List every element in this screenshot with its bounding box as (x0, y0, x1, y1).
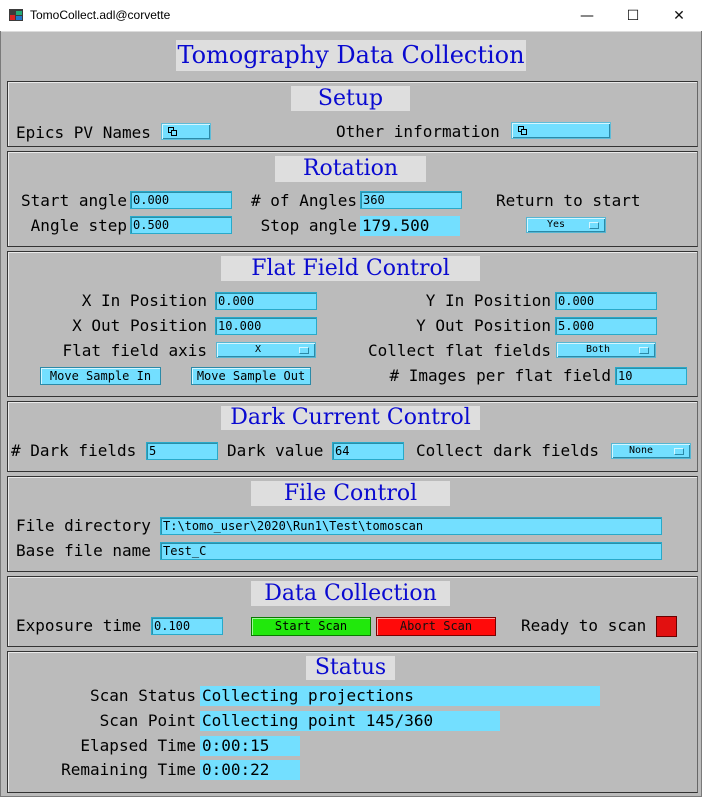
collect-flat-fields-value: Both (585, 344, 611, 355)
window-title: TomoCollect.adl@corvette (30, 8, 171, 22)
y-out-position-label: Y Out Position (416, 316, 551, 335)
flat-field-title: Flat Field Control (221, 256, 480, 281)
dark-current-title: Dark Current Control (221, 406, 480, 430)
flat-field-axis-label: Flat field axis (62, 341, 208, 360)
images-per-flat-field-input[interactable]: 10 (615, 367, 687, 385)
menu-caret-icon (674, 448, 684, 455)
file-directory-input[interactable]: T:\tomo_user\2020\Run1\Test\tomoscan (160, 517, 662, 535)
close-icon: ✕ (673, 7, 685, 24)
dark-value-label: Dark value (227, 441, 324, 460)
epics-pv-names-button[interactable] (161, 123, 211, 140)
menu-caret-icon (299, 347, 309, 354)
angle-step-input[interactable]: 0.500 (130, 216, 232, 234)
flat-field-axis-value: X (254, 344, 262, 355)
ready-to-scan-indicator (656, 616, 677, 637)
base-file-name-label: Base file name (16, 541, 151, 560)
x-out-position-input[interactable]: 10.000 (215, 317, 317, 335)
images-per-flat-field-label: # Images per flat field (389, 366, 611, 385)
dark-value-input[interactable]: 64 (332, 442, 404, 460)
dark-fields-label: # Dark fields (11, 441, 137, 460)
app-icon (9, 9, 23, 21)
status-title: Status (306, 656, 395, 680)
start-scan-button[interactable]: Start Scan (251, 617, 371, 636)
related-display-icon (168, 127, 177, 136)
move-sample-out-button[interactable]: Move Sample Out (191, 367, 311, 385)
maximize-button[interactable]: ☐ (610, 0, 656, 31)
return-to-start-value: Yes (546, 219, 566, 230)
rotation-title: Rotation (275, 156, 426, 182)
scan-status-value: Collecting projections (200, 686, 600, 706)
data-collection-title: Data Collection (251, 581, 450, 606)
scan-status-label: Scan Status (90, 686, 196, 705)
y-out-position-input[interactable]: 5.000 (555, 317, 657, 335)
base-file-name-input[interactable]: Test_C (160, 542, 662, 560)
window-titlebar: TomoCollect.adl@corvette — ☐ ✕ (0, 0, 702, 32)
other-information-label: Other information (336, 122, 500, 141)
collect-flat-fields-menu[interactable]: Both (556, 342, 656, 358)
file-directory-label: File directory (16, 516, 151, 535)
return-to-start-menu[interactable]: Yes (526, 217, 606, 233)
scan-point-value: Collecting point 145/360 (200, 711, 500, 731)
menu-caret-icon (639, 347, 649, 354)
dark-fields-input[interactable]: 5 (146, 442, 218, 460)
move-sample-in-button[interactable]: Move Sample In (40, 367, 161, 385)
page-title: Tomography Data Collection (176, 40, 526, 71)
y-in-position-input[interactable]: 0.000 (555, 292, 657, 310)
remaining-time-value: 0:00:22 (200, 760, 300, 780)
epics-pv-names-label: Epics PV Names (16, 123, 151, 142)
abort-scan-button[interactable]: Abort Scan (376, 617, 496, 636)
setup-title: Setup (291, 86, 410, 111)
elapsed-time-label: Elapsed Time (80, 736, 196, 755)
return-to-start-label: Return to start (496, 191, 641, 210)
other-information-button[interactable] (511, 122, 611, 139)
x-in-position-input[interactable]: 0.000 (215, 292, 317, 310)
scan-point-label: Scan Point (99, 711, 196, 730)
flat-field-axis-menu[interactable]: X (216, 342, 316, 358)
num-angles-input[interactable]: 360 (360, 191, 462, 209)
x-in-position-label: X In Position (81, 291, 207, 310)
start-angle-label: Start angle (21, 191, 127, 210)
num-angles-label: # of Angles (251, 191, 357, 210)
menu-caret-icon (589, 222, 599, 229)
angle-step-label: Angle step (30, 216, 127, 235)
maximize-icon: ☐ (626, 7, 640, 24)
start-angle-input[interactable]: 0.000 (130, 191, 232, 209)
related-display-icon (518, 126, 527, 135)
ready-to-scan-label: Ready to scan (521, 616, 647, 635)
file-control-title: File Control (251, 481, 450, 506)
x-out-position-label: X Out Position (72, 316, 207, 335)
remaining-time-label: Remaining Time (61, 760, 196, 779)
minimize-icon: — (580, 7, 594, 24)
elapsed-time-value: 0:00:15 (200, 736, 300, 756)
exposure-time-input[interactable]: 0.100 (151, 617, 223, 635)
minimize-button[interactable]: — (564, 0, 610, 31)
collect-dark-fields-value: None (628, 445, 654, 456)
collect-dark-fields-menu[interactable]: None (611, 443, 691, 459)
stop-angle-value: 179.500 (360, 216, 460, 236)
stop-angle-label: Stop angle (260, 216, 357, 235)
collect-dark-fields-label: Collect dark fields (416, 441, 600, 460)
y-in-position-label: Y In Position (425, 291, 551, 310)
close-button[interactable]: ✕ (656, 0, 702, 31)
collect-flat-fields-label: Collect flat fields (367, 341, 551, 360)
exposure-time-label: Exposure time (16, 616, 142, 635)
